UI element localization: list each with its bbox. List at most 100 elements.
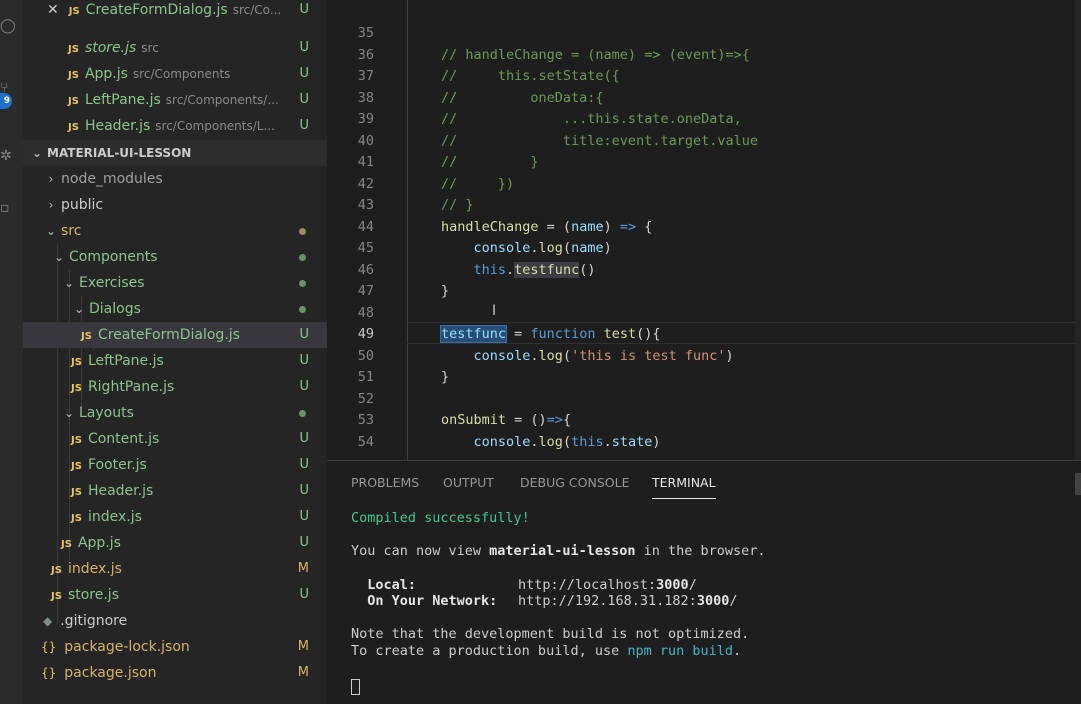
chevron-down-icon: ⌄ [63, 276, 75, 290]
code-line: 35 [357, 25, 374, 41]
js-file-icon: JS [51, 591, 62, 602]
js-file-icon: JS [51, 565, 62, 576]
tree-file-gitignore[interactable]: ◆ .gitignore [23, 608, 327, 634]
tree-file-footer[interactable]: JS Footer.js U [23, 452, 327, 478]
untracked-dot-icon [299, 280, 306, 287]
code-line: 38// oneData:{ [357, 89, 604, 106]
code-line: 40// title:event.target.value [357, 132, 758, 149]
js-file-icon: JS [71, 513, 82, 524]
js-file-icon: JS [71, 461, 82, 472]
json-file-icon: {} [41, 640, 57, 654]
explorer-sidebar: ✕ JS CreateFormDialog.js src/Co... U JS stor… [23, 0, 327, 704]
code-line: 45 console.log(name) [357, 240, 612, 256]
js-file-icon: JS [71, 383, 82, 394]
js-file-icon: JS [68, 70, 79, 81]
js-file-icon: JS [68, 44, 79, 55]
chevron-right-icon: › [48, 172, 54, 186]
terminal-cursor[interactable] [351, 679, 360, 695]
activity-bar: ◯ ⑂ 9 ✲ ▫ [0, 0, 23, 704]
code-editor[interactable]: 35 36// handleChange = (name) => (event)… [327, 0, 1081, 460]
tree-file-content[interactable]: JS Content.js U [23, 426, 327, 452]
open-editor-item[interactable]: JS LeftPane.js src/Components/... U [23, 87, 327, 113]
debug-icon[interactable]: ✲ [0, 148, 14, 164]
extensions-icon[interactable]: ▫ [0, 200, 14, 216]
js-file-icon: JS [81, 331, 92, 342]
tree-file-app[interactable]: JS App.js U [23, 530, 327, 556]
untracked-dot-icon [299, 410, 306, 417]
open-editor-item[interactable]: ✕ JS CreateFormDialog.js src/Co... U [23, 0, 327, 23]
tab-debug-console[interactable]: DEBUG CONSOLE [520, 475, 629, 499]
code-line: 52 [357, 390, 374, 407]
code-line: 43// } [357, 197, 474, 213]
untracked-dot-icon [299, 306, 306, 313]
open-editors-list: ✕ JS CreateFormDialog.js src/Co... U JS stor… [23, 0, 327, 140]
breadcrumb [327, 0, 1081, 8]
source-control-badge: 9 [0, 93, 12, 109]
code-line: 49 testfunc = function test(){ [357, 325, 661, 343]
terminal-compiled-line: Compiled successfully! [351, 510, 530, 526]
tree-file-package[interactable]: {} package.json M [23, 660, 327, 686]
js-file-icon: JS [71, 357, 82, 368]
code-line: 42// }) [357, 175, 515, 192]
tree-file-left-pane[interactable]: JS LeftPane.js U [23, 348, 327, 374]
untracked-dot-icon [299, 254, 306, 261]
tree-folder-components[interactable]: ⌄ Components [23, 244, 327, 270]
code-line: 46 this.testfunc() [357, 261, 596, 278]
terminal-local-line: Local: http://localhost:3000/ [351, 577, 697, 593]
code-line: 50 console.log('this is test func') [357, 347, 734, 364]
gitignore-file-icon: ◆ [43, 614, 53, 628]
tab-output[interactable]: OUTPUT [443, 475, 494, 499]
chevron-down-icon: ⌄ [31, 146, 43, 160]
code-line: 54 console.log(this.state) [357, 433, 661, 450]
code-line: 39// ...this.state.oneData, [357, 111, 742, 127]
code-line: 44 handleChange = (name) => { [357, 218, 653, 235]
project-section-header[interactable]: ⌄ MATERIAL-UI-LESSON [23, 140, 327, 166]
js-file-icon: JS [68, 96, 79, 107]
code-line: 53 onSubmit = ()=>{ [357, 412, 572, 428]
tree-file-create-form-dialog[interactable]: JS CreateFormDialog.js U [23, 322, 327, 348]
js-file-icon: JS [61, 539, 72, 550]
panel-scrollbar[interactable] [1075, 473, 1081, 495]
code-line: 47} [357, 283, 450, 299]
tree-file-header[interactable]: JS Header.js U [23, 478, 327, 504]
editor-scrollbar[interactable] [1075, 0, 1081, 460]
chevron-down-icon: ⌄ [63, 406, 75, 420]
code-line: 41// } [357, 154, 539, 170]
search-icon[interactable]: ◯ [0, 18, 16, 34]
tree-folder-layouts[interactable]: ⌄ Layouts [23, 400, 327, 426]
terminal-network-line: On Your Network: http://192.168.31.182:30… [351, 593, 738, 609]
chevron-down-icon: ⌄ [45, 224, 57, 238]
js-file-icon: JS [68, 122, 79, 133]
tree-file-package-lock[interactable]: {} package-lock.json M [23, 634, 327, 660]
modified-dot-icon [299, 228, 306, 235]
tree-file-store[interactable]: JS store.js U [23, 582, 327, 608]
js-file-icon: JS [71, 487, 82, 498]
tab-terminal[interactable]: TERMINAL [652, 475, 716, 499]
tree-folder-exercises[interactable]: ⌄ Exercises [23, 270, 327, 296]
open-editor-item[interactable]: JS App.js src/Components U [23, 61, 327, 87]
close-icon[interactable]: ✕ [47, 2, 59, 18]
chevron-right-icon: › [48, 198, 54, 212]
js-file-icon: JS [71, 435, 82, 446]
tree-folder-public[interactable]: › public [23, 192, 327, 218]
code-line: 37// this.setState({ [357, 68, 620, 84]
tree-file-src-index[interactable]: JS index.js M [23, 556, 327, 582]
code-line: 36// handleChange = (name) => (event)=>{ [357, 46, 750, 63]
open-editor-item[interactable]: JS Header.js src/Components/L... U [23, 113, 327, 139]
tree-file-layouts-index[interactable]: JS index.js U [23, 504, 327, 530]
json-file-icon: {} [41, 666, 57, 680]
tab-problems[interactable]: PROBLEMS [351, 475, 419, 499]
tree-folder-node-modules[interactable]: › node_modules [23, 166, 327, 192]
open-editor-item[interactable]: JS store.js src U [23, 35, 327, 61]
terminal-prod-line: To create a production build, use npm ru… [351, 643, 742, 659]
js-file-icon: JS [68, 6, 80, 17]
chevron-down-icon: ⌄ [73, 302, 85, 316]
code-line: 48 [357, 304, 374, 321]
code-line: 51} [357, 369, 450, 385]
terminal-note-line: Note that the development build is not o… [351, 626, 750, 642]
tree-folder-dialogs[interactable]: ⌄ Dialogs [23, 296, 327, 322]
chevron-down-icon: ⌄ [53, 250, 65, 264]
tree-file-right-pane[interactable]: JS RightPane.js U [23, 374, 327, 400]
text-cursor-icon: I [492, 303, 497, 319]
tree-folder-src[interactable]: ⌄ src [23, 218, 327, 244]
